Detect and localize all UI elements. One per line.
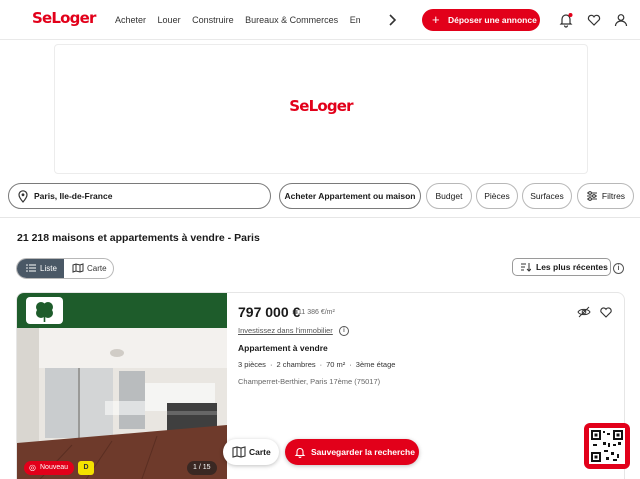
nav-construire[interactable]: Construire — [192, 0, 234, 40]
nav-acheter[interactable]: Acheter — [115, 0, 146, 40]
heart-icon[interactable] — [585, 11, 603, 29]
chevron-right-icon[interactable] — [384, 12, 400, 28]
listing-photo[interactable] — [17, 293, 227, 479]
agency-logo — [26, 297, 63, 324]
nav-bureaux-commerces[interactable]: Bureaux & Commerces — [245, 0, 338, 40]
list-icon — [26, 264, 36, 272]
new-badge-label: Nouveau — [40, 464, 69, 471]
results-title: 21 218 maisons et appartements à vendre … — [17, 232, 260, 244]
clover-icon — [36, 302, 53, 322]
view-map-button[interactable]: Carte — [64, 259, 113, 278]
spec-floor: 3ème étage — [355, 360, 396, 369]
energy-badge: D — [78, 461, 94, 475]
photo-counter: 1 / 15 — [187, 461, 217, 475]
ad-banner[interactable]: SeLoger — [54, 44, 588, 174]
view-map-label: Carte — [87, 264, 107, 273]
save-search-button[interactable]: Sauvegarder la recherche — [285, 439, 419, 465]
filters-button[interactable]: Filtres — [577, 183, 634, 209]
new-tag-icon: ◎ — [29, 463, 36, 472]
transaction-filter[interactable]: Acheter Appartement ou maison — [279, 183, 421, 209]
invest-link[interactable]: Investissez dans l'immobilier — [238, 326, 333, 335]
spec-area: 70 m² — [326, 360, 346, 369]
floating-map-label: Carte — [249, 447, 271, 457]
sort-dropdown[interactable]: Les plus récentes — [512, 258, 611, 276]
spec-rooms: 3 pièces — [238, 360, 266, 369]
divider — [0, 217, 640, 218]
filters-label: Filtres — [601, 191, 626, 201]
listing-location: Champerret-Berthier, Paris 17ème (75017) — [238, 377, 381, 386]
sort-icon — [521, 263, 531, 272]
user-icon[interactable] — [612, 11, 630, 29]
nav-louer[interactable]: Louer — [158, 0, 181, 40]
location-search[interactable]: Paris, Ile-de-France — [8, 183, 271, 209]
view-list-label: Liste — [40, 264, 57, 273]
nav-emprunter[interactable]: Emprunter — [350, 0, 360, 40]
budget-filter[interactable]: Budget — [426, 183, 472, 209]
save-search-label: Sauvegarder la recherche — [311, 447, 415, 457]
listing-price-per-sqm: 11 386 €/m² — [298, 309, 335, 316]
qr-code[interactable] — [584, 423, 630, 469]
main-nav: Acheter Louer Construire Bureaux & Comme… — [115, 0, 360, 40]
info-icon[interactable]: i — [613, 263, 624, 274]
rooms-filter[interactable]: Pièces — [476, 183, 518, 209]
sort-label: Les plus récentes — [536, 262, 608, 272]
location-value: Paris, Ile-de-France — [34, 191, 113, 201]
seloger-logo[interactable]: SeLoger — [32, 9, 96, 27]
map-icon — [72, 263, 84, 273]
sliders-icon — [587, 191, 597, 201]
invest-info-icon[interactable]: i — [339, 326, 349, 336]
spec-bedrooms: 2 chambres — [276, 360, 316, 369]
floating-map-button[interactable]: Carte — [223, 439, 279, 465]
bell-icon — [294, 448, 306, 458]
top-header: SeLoger Acheter Louer Construire Bureaux… — [0, 0, 640, 40]
view-list-button[interactable]: Liste — [17, 259, 64, 278]
post-listing-button[interactable]: + Déposer une annonce — [422, 9, 540, 31]
bell-icon[interactable] — [557, 11, 575, 29]
listing-specs: 3 pièces · 2 chambres · 70 m² · 3ème étage — [238, 360, 396, 369]
listing-price: 797 000 € — [238, 304, 301, 320]
ad-logo: SeLoger — [289, 97, 353, 115]
favorite-heart-icon[interactable] — [599, 305, 613, 319]
eye-off-icon[interactable] — [577, 305, 591, 319]
post-listing-label: Déposer une annonce — [448, 15, 537, 25]
qr-code-icon — [589, 428, 625, 464]
listing-type: Appartement à vendre — [238, 343, 328, 353]
pin-icon — [18, 190, 28, 203]
surface-filter[interactable]: Surfaces — [522, 183, 572, 209]
new-badge: ◎ Nouveau — [24, 461, 75, 475]
plus-icon: + — [432, 12, 440, 27]
view-toggle: Liste Carte — [16, 258, 114, 279]
map-icon — [232, 446, 246, 458]
